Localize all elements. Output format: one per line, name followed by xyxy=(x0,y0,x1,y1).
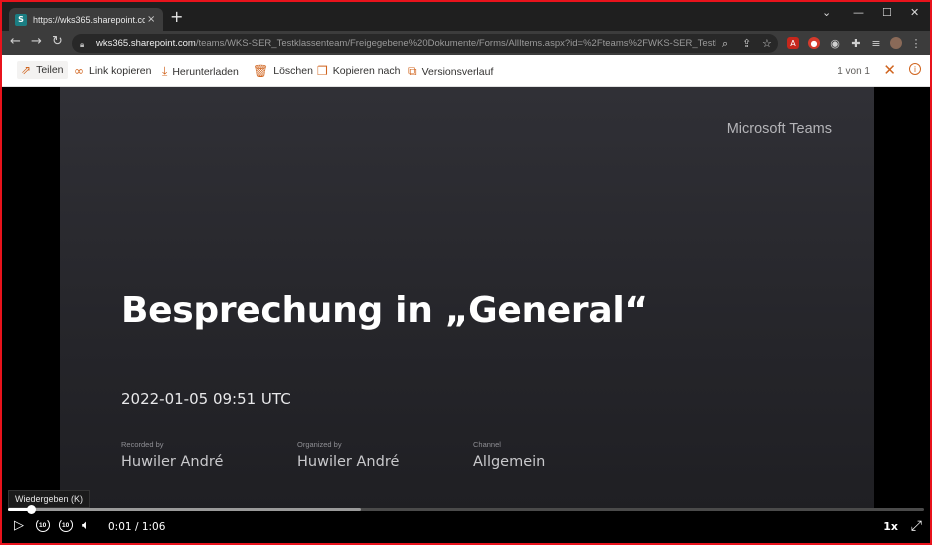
playback-speed-button[interactable]: 1x xyxy=(883,520,898,533)
zoom-icon[interactable]: ⌕ xyxy=(722,37,728,51)
seek-back-label: 10 xyxy=(39,522,47,529)
window-frame: S https://wks365.sharepoint.com/te × + ⌄… xyxy=(0,0,932,545)
minimize-button[interactable]: — xyxy=(853,6,864,19)
video-frame: Microsoft Teams Besprechung in „General“… xyxy=(60,87,874,511)
share-label: Teilen xyxy=(36,64,64,76)
seek-handle[interactable] xyxy=(26,505,36,514)
page-counter: 1 von 1 xyxy=(837,66,870,77)
close-window-button[interactable]: ✕ xyxy=(910,6,919,19)
sharepoint-favicon-icon: S xyxy=(15,13,27,26)
address-bar-row: ← → ↻ 🔒︎ wks365.sharepoint.com/teams/WKS… xyxy=(2,31,930,55)
version-history-label: Versionsverlauf xyxy=(421,65,494,78)
copy-to-button[interactable]: ❐ Kopieren nach xyxy=(317,64,400,78)
url-text: wks365.sharepoint.com/teams/WKS-SER_Test… xyxy=(96,38,716,49)
recorded-by-value: Huwiler André xyxy=(121,454,224,470)
share-page-icon[interactable]: ⇪ xyxy=(742,37,751,50)
browser-tab[interactable]: S https://wks365.sharepoint.com/te × xyxy=(9,8,163,31)
bookmark-star-icon[interactable]: ☆ xyxy=(762,37,772,50)
close-viewer-icon[interactable]: ✕ xyxy=(883,61,896,79)
organized-by-block: Organized by Huwiler André xyxy=(297,440,399,470)
organized-by-label: Organized by xyxy=(297,440,342,449)
profile-avatar[interactable] xyxy=(890,37,902,49)
close-tab-icon[interactable]: × xyxy=(147,14,155,25)
channel-value: Allgemein xyxy=(473,454,546,470)
reload-icon[interactable]: ↻ xyxy=(52,35,63,49)
address-bar[interactable]: 🔒︎ wks365.sharepoint.com/teams/WKS-SER_T… xyxy=(72,34,778,53)
download-label: Herunterladen xyxy=(172,65,239,78)
maximize-button[interactable]: ☐ xyxy=(882,6,892,19)
share-icon: ⇗ xyxy=(21,63,32,77)
recorded-by-label: Recorded by xyxy=(121,440,164,449)
tab-title: https://wks365.sharepoint.com/te xyxy=(33,14,145,25)
duration: 1:06 xyxy=(141,521,166,533)
delete-label: Löschen xyxy=(273,65,313,77)
seek-forward-label: 10 xyxy=(62,522,70,529)
brand-label: Microsoft Teams xyxy=(726,121,832,137)
delete-button[interactable]: 🗑︎ Löschen xyxy=(253,64,313,78)
fullscreen-icon[interactable]: ⤢ xyxy=(911,518,922,534)
tab-strip: S https://wks365.sharepoint.com/te × + ⌄… xyxy=(2,2,930,31)
copy-link-button[interactable]: ∞ Link kopieren xyxy=(74,64,151,78)
seek-forward-button[interactable]: 10 xyxy=(59,518,75,534)
copy-link-label: Link kopieren xyxy=(89,65,152,77)
file-command-bar: ⇗ Teilen ∞ Link kopieren ⤓ Herunterladen… xyxy=(2,55,930,87)
meeting-title: Besprechung in „General“ xyxy=(121,290,648,331)
share-button[interactable]: ⇗ Teilen xyxy=(17,61,68,79)
play-icon[interactable]: ▷ xyxy=(14,519,24,533)
pdf-extension-icon[interactable]: A xyxy=(787,37,799,49)
video-player[interactable]: Microsoft Teams Besprechung in „General“… xyxy=(2,87,930,543)
adblock-extension-icon[interactable]: ● xyxy=(808,37,820,49)
copy-icon: ❐ xyxy=(317,64,328,78)
organized-by-value: Huwiler André xyxy=(297,454,400,470)
tab-search-icon[interactable]: ⌄ xyxy=(822,6,831,19)
meeting-datetime: 2022-01-05 09:51 UTC xyxy=(121,390,291,408)
version-history-icon: ⧉ xyxy=(408,64,417,78)
buffered-bar xyxy=(8,508,361,511)
seek-bar[interactable] xyxy=(8,505,924,514)
trash-icon: 🗑︎ xyxy=(253,64,269,78)
eye-extension-icon[interactable]: ◉ xyxy=(829,37,841,50)
forward-arrow-icon[interactable]: → xyxy=(31,35,42,49)
volume-icon[interactable]: 🔈︎ xyxy=(82,519,90,533)
play-tooltip: Wiedergeben (K) xyxy=(8,490,91,508)
download-icon: ⤓ xyxy=(162,64,168,78)
recorded-by-block: Recorded by Huwiler André xyxy=(121,440,223,470)
seek-back-button[interactable]: 10 xyxy=(36,518,52,534)
current-time: 0:01 xyxy=(108,521,132,533)
channel-block: Channel Allgemein xyxy=(473,440,545,470)
browser-menu-icon[interactable]: ⋮ xyxy=(910,37,922,50)
back-arrow-icon[interactable]: ← xyxy=(10,35,21,49)
extensions-puzzle-icon[interactable]: ✚ xyxy=(850,37,862,50)
new-tab-button[interactable]: + xyxy=(170,9,183,25)
reading-list-icon[interactable]: ≡ xyxy=(870,37,882,50)
version-history-button[interactable]: ⧉ Versionsverlauf xyxy=(408,64,493,79)
channel-label: Channel xyxy=(473,440,501,449)
lock-icon: 🔒︎ xyxy=(80,39,85,49)
link-icon: ∞ xyxy=(74,64,84,78)
info-icon[interactable]: i xyxy=(909,63,921,75)
copy-to-label: Kopieren nach xyxy=(332,65,401,77)
download-button[interactable]: ⤓ Herunterladen xyxy=(162,64,239,79)
time-display: 0:01 / 1:06 xyxy=(108,521,165,533)
time-separator: / xyxy=(134,521,139,533)
player-controls: ▷ 10 10 🔈︎ 0:01 / 1:06 1x ⤢ xyxy=(2,515,930,541)
